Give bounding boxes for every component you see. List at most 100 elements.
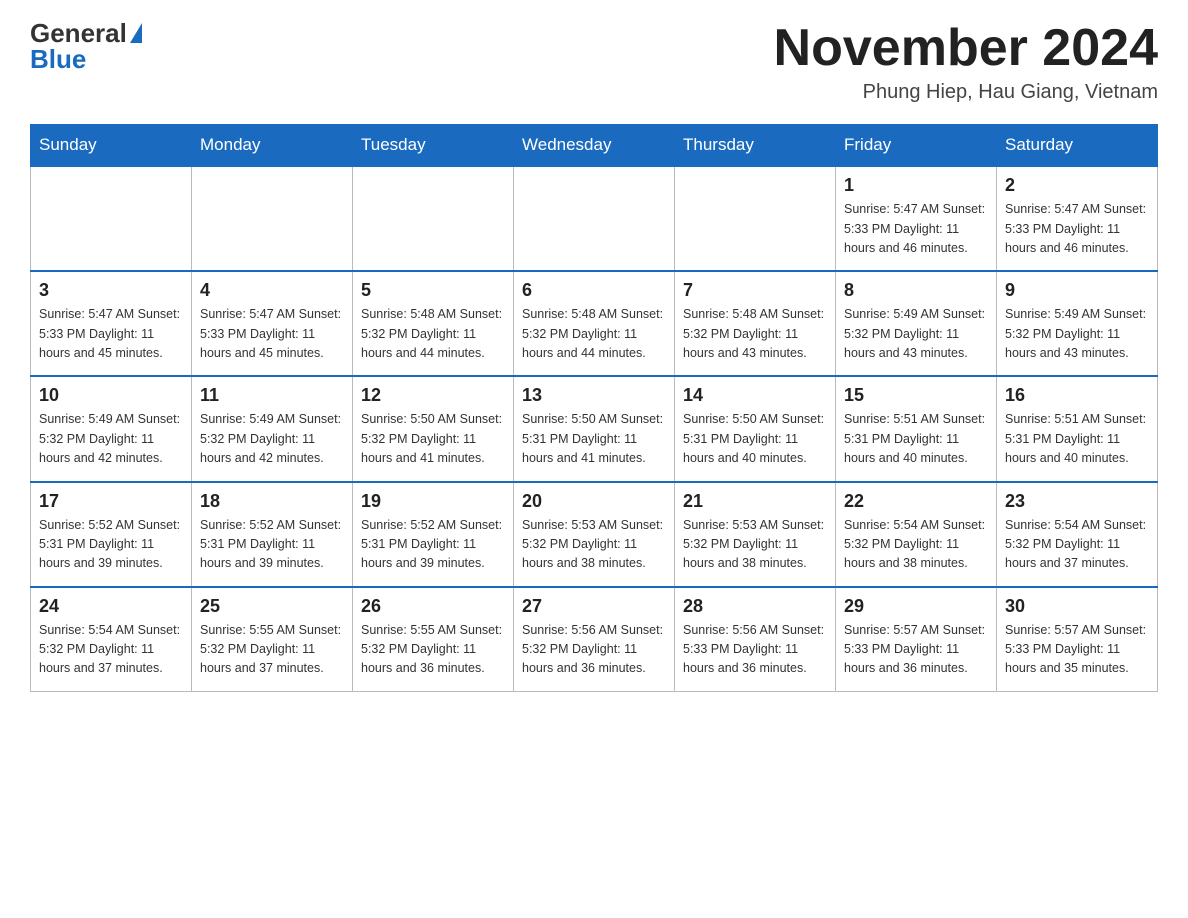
day-info: Sunrise: 5:48 AM Sunset: 5:32 PM Dayligh… bbox=[361, 305, 505, 363]
calendar-cell: 28 Sunrise: 5:56 AM Sunset: 5:33 PM Dayli… bbox=[675, 587, 836, 692]
day-number: 5 bbox=[361, 280, 505, 301]
day-info: Sunrise: 5:51 AM Sunset: 5:31 PM Dayligh… bbox=[844, 410, 988, 468]
day-number: 1 bbox=[844, 175, 988, 196]
day-info: Sunrise: 5:55 AM Sunset: 5:32 PM Dayligh… bbox=[200, 621, 344, 679]
day-number: 15 bbox=[844, 385, 988, 406]
day-info: Sunrise: 5:47 AM Sunset: 5:33 PM Dayligh… bbox=[39, 305, 183, 363]
day-info: Sunrise: 5:49 AM Sunset: 5:32 PM Dayligh… bbox=[200, 410, 344, 468]
calendar-cell: 17 Sunrise: 5:52 AM Sunset: 5:31 PM Dayli… bbox=[31, 482, 192, 587]
column-header-sunday: Sunday bbox=[31, 125, 192, 167]
month-title: November 2024 bbox=[774, 20, 1158, 77]
calendar-cell bbox=[675, 166, 836, 271]
calendar-cell: 27 Sunrise: 5:56 AM Sunset: 5:32 PM Dayli… bbox=[514, 587, 675, 692]
day-number: 2 bbox=[1005, 175, 1149, 196]
column-header-friday: Friday bbox=[836, 125, 997, 167]
calendar-cell: 20 Sunrise: 5:53 AM Sunset: 5:32 PM Dayli… bbox=[514, 482, 675, 587]
day-number: 12 bbox=[361, 385, 505, 406]
day-info: Sunrise: 5:49 AM Sunset: 5:32 PM Dayligh… bbox=[1005, 305, 1149, 363]
day-info: Sunrise: 5:57 AM Sunset: 5:33 PM Dayligh… bbox=[844, 621, 988, 679]
day-info: Sunrise: 5:56 AM Sunset: 5:33 PM Dayligh… bbox=[683, 621, 827, 679]
day-info: Sunrise: 5:54 AM Sunset: 5:32 PM Dayligh… bbox=[844, 516, 988, 574]
logo-triangle-icon bbox=[130, 23, 142, 43]
column-header-saturday: Saturday bbox=[997, 125, 1158, 167]
calendar-cell: 6 Sunrise: 5:48 AM Sunset: 5:32 PM Daylig… bbox=[514, 271, 675, 376]
day-number: 29 bbox=[844, 596, 988, 617]
calendar-cell: 8 Sunrise: 5:49 AM Sunset: 5:32 PM Daylig… bbox=[836, 271, 997, 376]
day-number: 27 bbox=[522, 596, 666, 617]
column-header-wednesday: Wednesday bbox=[514, 125, 675, 167]
calendar-cell: 2 Sunrise: 5:47 AM Sunset: 5:33 PM Daylig… bbox=[997, 166, 1158, 271]
title-section: November 2024 Phung Hiep, Hau Giang, Vie… bbox=[774, 20, 1158, 104]
location-text: Phung Hiep, Hau Giang, Vietnam bbox=[774, 81, 1158, 104]
calendar-cell: 10 Sunrise: 5:49 AM Sunset: 5:32 PM Dayli… bbox=[31, 376, 192, 481]
day-number: 11 bbox=[200, 385, 344, 406]
calendar-cell: 12 Sunrise: 5:50 AM Sunset: 5:32 PM Dayli… bbox=[353, 376, 514, 481]
day-info: Sunrise: 5:55 AM Sunset: 5:32 PM Dayligh… bbox=[361, 621, 505, 679]
page-header: General Blue November 2024 Phung Hiep, H… bbox=[30, 20, 1158, 104]
day-info: Sunrise: 5:48 AM Sunset: 5:32 PM Dayligh… bbox=[522, 305, 666, 363]
day-info: Sunrise: 5:56 AM Sunset: 5:32 PM Dayligh… bbox=[522, 621, 666, 679]
day-info: Sunrise: 5:50 AM Sunset: 5:31 PM Dayligh… bbox=[683, 410, 827, 468]
day-info: Sunrise: 5:53 AM Sunset: 5:32 PM Dayligh… bbox=[522, 516, 666, 574]
calendar-week-row: 17 Sunrise: 5:52 AM Sunset: 5:31 PM Dayli… bbox=[31, 482, 1158, 587]
day-number: 25 bbox=[200, 596, 344, 617]
logo-blue-text: Blue bbox=[30, 46, 86, 72]
calendar-cell: 24 Sunrise: 5:54 AM Sunset: 5:32 PM Dayli… bbox=[31, 587, 192, 692]
day-info: Sunrise: 5:54 AM Sunset: 5:32 PM Dayligh… bbox=[39, 621, 183, 679]
calendar-cell: 1 Sunrise: 5:47 AM Sunset: 5:33 PM Daylig… bbox=[836, 166, 997, 271]
day-number: 18 bbox=[200, 491, 344, 512]
calendar-cell: 14 Sunrise: 5:50 AM Sunset: 5:31 PM Dayli… bbox=[675, 376, 836, 481]
day-number: 28 bbox=[683, 596, 827, 617]
calendar-header-row: SundayMondayTuesdayWednesdayThursdayFrid… bbox=[31, 125, 1158, 167]
calendar-cell: 5 Sunrise: 5:48 AM Sunset: 5:32 PM Daylig… bbox=[353, 271, 514, 376]
calendar-cell bbox=[514, 166, 675, 271]
day-info: Sunrise: 5:50 AM Sunset: 5:31 PM Dayligh… bbox=[522, 410, 666, 468]
calendar-cell: 21 Sunrise: 5:53 AM Sunset: 5:32 PM Dayli… bbox=[675, 482, 836, 587]
day-info: Sunrise: 5:50 AM Sunset: 5:32 PM Dayligh… bbox=[361, 410, 505, 468]
day-info: Sunrise: 5:47 AM Sunset: 5:33 PM Dayligh… bbox=[200, 305, 344, 363]
day-info: Sunrise: 5:53 AM Sunset: 5:32 PM Dayligh… bbox=[683, 516, 827, 574]
calendar-cell: 25 Sunrise: 5:55 AM Sunset: 5:32 PM Dayli… bbox=[192, 587, 353, 692]
day-number: 3 bbox=[39, 280, 183, 301]
day-info: Sunrise: 5:48 AM Sunset: 5:32 PM Dayligh… bbox=[683, 305, 827, 363]
day-info: Sunrise: 5:49 AM Sunset: 5:32 PM Dayligh… bbox=[844, 305, 988, 363]
day-number: 24 bbox=[39, 596, 183, 617]
day-info: Sunrise: 5:57 AM Sunset: 5:33 PM Dayligh… bbox=[1005, 621, 1149, 679]
column-header-thursday: Thursday bbox=[675, 125, 836, 167]
day-number: 17 bbox=[39, 491, 183, 512]
calendar-cell: 19 Sunrise: 5:52 AM Sunset: 5:31 PM Dayli… bbox=[353, 482, 514, 587]
day-number: 20 bbox=[522, 491, 666, 512]
day-number: 7 bbox=[683, 280, 827, 301]
day-number: 6 bbox=[522, 280, 666, 301]
day-info: Sunrise: 5:52 AM Sunset: 5:31 PM Dayligh… bbox=[361, 516, 505, 574]
day-number: 22 bbox=[844, 491, 988, 512]
day-number: 30 bbox=[1005, 596, 1149, 617]
day-number: 9 bbox=[1005, 280, 1149, 301]
calendar-cell: 3 Sunrise: 5:47 AM Sunset: 5:33 PM Daylig… bbox=[31, 271, 192, 376]
day-number: 19 bbox=[361, 491, 505, 512]
logo-general-text: General bbox=[30, 20, 127, 46]
column-header-tuesday: Tuesday bbox=[353, 125, 514, 167]
day-number: 8 bbox=[844, 280, 988, 301]
day-info: Sunrise: 5:52 AM Sunset: 5:31 PM Dayligh… bbox=[39, 516, 183, 574]
calendar-cell: 15 Sunrise: 5:51 AM Sunset: 5:31 PM Dayli… bbox=[836, 376, 997, 481]
day-number: 26 bbox=[361, 596, 505, 617]
day-info: Sunrise: 5:47 AM Sunset: 5:33 PM Dayligh… bbox=[844, 200, 988, 258]
day-info: Sunrise: 5:47 AM Sunset: 5:33 PM Dayligh… bbox=[1005, 200, 1149, 258]
calendar-cell: 23Sunrise: 5:54 AM Sunset: 5:32 PM Dayli… bbox=[997, 482, 1158, 587]
day-number: 10 bbox=[39, 385, 183, 406]
day-number: 14 bbox=[683, 385, 827, 406]
day-number: 4 bbox=[200, 280, 344, 301]
calendar-cell: 9 Sunrise: 5:49 AM Sunset: 5:32 PM Daylig… bbox=[997, 271, 1158, 376]
calendar-week-row: 1 Sunrise: 5:47 AM Sunset: 5:33 PM Daylig… bbox=[31, 166, 1158, 271]
calendar-cell: 7 Sunrise: 5:48 AM Sunset: 5:32 PM Daylig… bbox=[675, 271, 836, 376]
day-number: 13 bbox=[522, 385, 666, 406]
calendar-cell: 11 Sunrise: 5:49 AM Sunset: 5:32 PM Dayli… bbox=[192, 376, 353, 481]
day-number: 23 bbox=[1005, 491, 1149, 512]
day-info: Sunrise: 5:52 AM Sunset: 5:31 PM Dayligh… bbox=[200, 516, 344, 574]
day-number: 21 bbox=[683, 491, 827, 512]
calendar-cell: 30 Sunrise: 5:57 AM Sunset: 5:33 PM Dayli… bbox=[997, 587, 1158, 692]
calendar-cell: 18 Sunrise: 5:52 AM Sunset: 5:31 PM Dayli… bbox=[192, 482, 353, 587]
calendar-cell: 26 Sunrise: 5:55 AM Sunset: 5:32 PM Dayli… bbox=[353, 587, 514, 692]
day-info: Sunrise: 5:49 AM Sunset: 5:32 PM Dayligh… bbox=[39, 410, 183, 468]
